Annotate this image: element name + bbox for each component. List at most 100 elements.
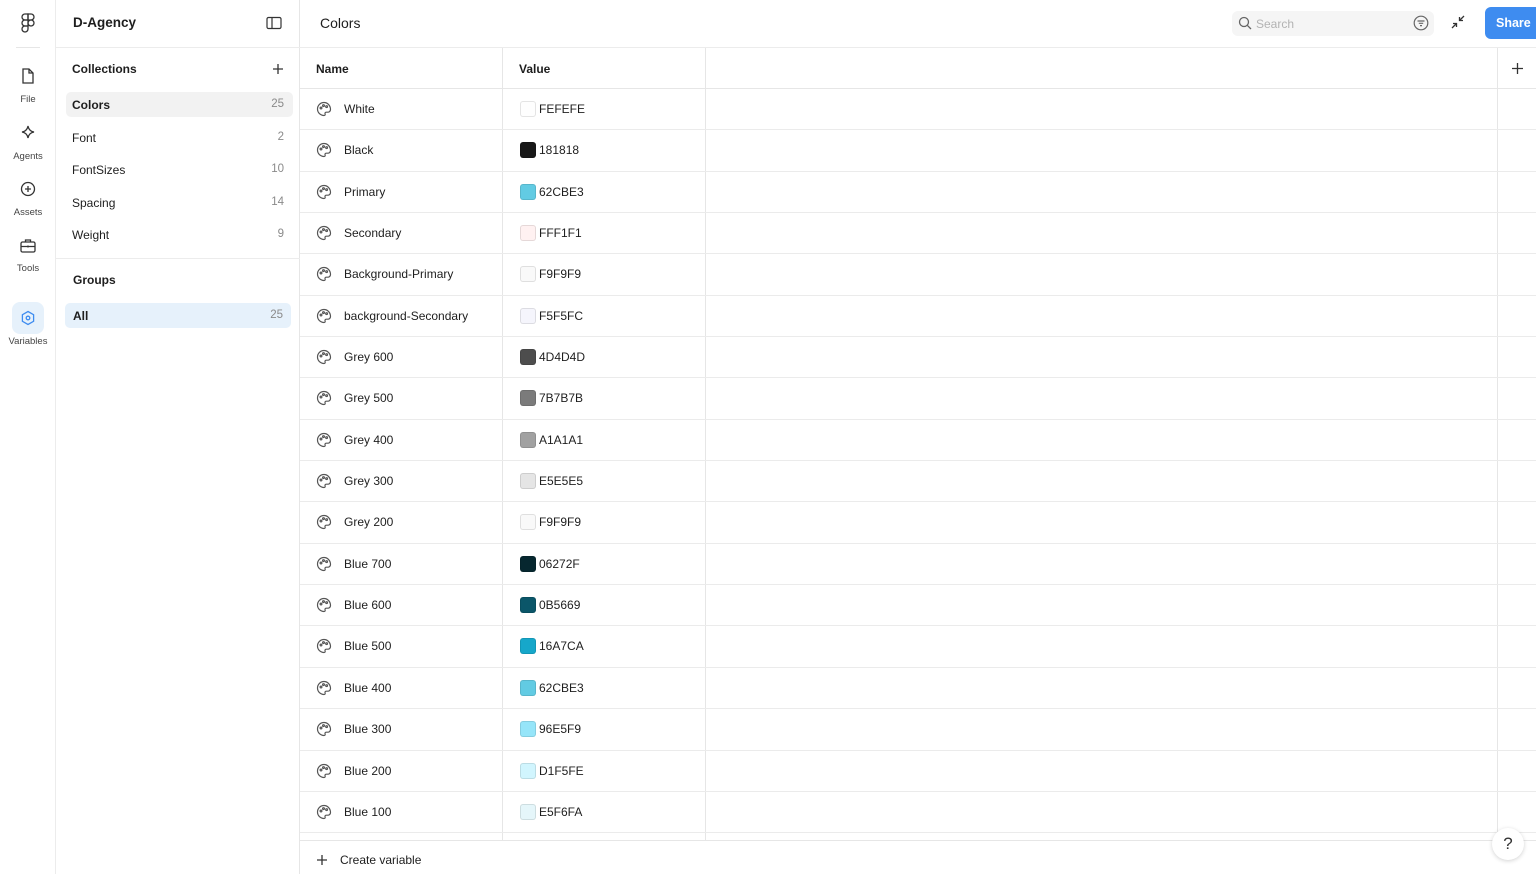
color-swatch[interactable]: [520, 762, 536, 779]
variable-value[interactable]: FFF1F1: [539, 226, 582, 240]
variable-name[interactable]: background-Secondary: [344, 309, 468, 323]
variable-value[interactable]: 7B7B7B: [539, 391, 583, 405]
table-row[interactable]: Blue 400 62CBE3: [300, 668, 1536, 710]
table-row[interactable]: Blue 700 06272F: [300, 544, 1536, 586]
variable-value[interactable]: 16A7CA: [539, 639, 584, 653]
variable-name[interactable]: Blue 600: [344, 598, 391, 612]
variable-name[interactable]: Secondary: [344, 226, 401, 240]
variable-name[interactable]: Blue 200: [344, 764, 391, 778]
color-swatch[interactable]: [520, 349, 536, 366]
table-row[interactable]: Grey 400 A1A1A1: [300, 420, 1536, 462]
figma-logo-icon[interactable]: [18, 13, 38, 33]
table-row[interactable]: White FEFEFE: [300, 89, 1536, 131]
table-row[interactable]: Blue 500 16A7CA: [300, 626, 1536, 668]
add-column-button[interactable]: [1508, 59, 1526, 77]
column-header-value[interactable]: Value: [519, 62, 550, 76]
variable-name[interactable]: Blue 400: [344, 681, 391, 695]
collection-item-weight[interactable]: Weight 9: [66, 222, 293, 247]
variable-name[interactable]: Blue 700: [344, 557, 391, 571]
rail-item-agents[interactable]: Agents: [0, 117, 56, 169]
search-box[interactable]: [1232, 11, 1434, 36]
variable-value[interactable]: 96E5F9: [539, 722, 581, 736]
variable-value[interactable]: FEFEFE: [539, 102, 585, 116]
variable-name[interactable]: Background-Primary: [344, 267, 453, 281]
variable-value[interactable]: 4D4D4D: [539, 350, 585, 364]
variable-name[interactable]: White: [344, 102, 375, 116]
variable-name[interactable]: Primary: [344, 185, 385, 199]
variable-name[interactable]: Grey 600: [344, 350, 393, 364]
variable-value[interactable]: E5F6FA: [539, 805, 582, 819]
column-header-name[interactable]: Name: [316, 62, 349, 76]
variable-name[interactable]: Grey 300: [344, 474, 393, 488]
search-input[interactable]: [1256, 13, 1406, 34]
variable-name[interactable]: Black: [344, 143, 373, 157]
table-row[interactable]: Blue 100 E5F6FA: [300, 792, 1536, 834]
table-row[interactable]: Blue 600 0B5669: [300, 585, 1536, 627]
color-swatch[interactable]: [520, 266, 536, 283]
variable-value[interactable]: 62CBE3: [539, 681, 584, 695]
color-swatch[interactable]: [520, 679, 536, 696]
collection-item-fontsizes[interactable]: FontSizes 10: [66, 157, 293, 182]
color-palette-icon: [316, 638, 333, 655]
table-row[interactable]: Blue 200 D1F5FE: [300, 751, 1536, 792]
table-row[interactable]: background-Secondary F5F5FC: [300, 296, 1536, 338]
table-row[interactable]: Background-Primary F9F9F9: [300, 254, 1536, 296]
color-swatch[interactable]: [520, 142, 536, 159]
variable-name[interactable]: Grey 200: [344, 515, 393, 529]
variable-value[interactable]: 06272F: [539, 557, 580, 571]
rail-item-variables[interactable]: Variables: [0, 302, 56, 354]
group-item-all[interactable]: All 25: [65, 303, 291, 328]
color-swatch[interactable]: [520, 390, 536, 407]
color-swatch[interactable]: [520, 183, 536, 200]
help-button[interactable]: ?: [1492, 828, 1524, 860]
variable-name[interactable]: Grey 400: [344, 433, 393, 447]
color-swatch[interactable]: [520, 555, 536, 572]
color-swatch[interactable]: [520, 638, 536, 655]
variable-value[interactable]: A1A1A1: [539, 433, 583, 447]
rail-item-tools[interactable]: Tools: [0, 229, 56, 281]
color-swatch[interactable]: [520, 307, 536, 324]
color-swatch[interactable]: [520, 473, 536, 490]
color-swatch[interactable]: [520, 225, 536, 242]
filter-icon[interactable]: [1413, 15, 1430, 32]
table-row[interactable]: Primary 62CBE3: [300, 172, 1536, 214]
table-row[interactable]: Grey 200 F9F9F9: [300, 502, 1536, 544]
table-row[interactable]: Grey 300 E5E5E5: [300, 461, 1536, 503]
color-swatch[interactable]: [520, 431, 536, 448]
create-variable-button[interactable]: Create variable: [316, 851, 421, 869]
color-swatch[interactable]: [520, 803, 536, 820]
variable-name[interactable]: Blue 100: [344, 805, 391, 819]
collection-item-spacing[interactable]: Spacing 14: [66, 190, 293, 215]
sidebar-toggle-icon[interactable]: [266, 16, 284, 32]
variable-value[interactable]: F9F9F9: [539, 267, 581, 281]
rail-item-file[interactable]: File: [0, 60, 56, 112]
table-row[interactable]: Blue 300 96E5F9: [300, 709, 1536, 751]
add-collection-button[interactable]: [268, 59, 288, 79]
variable-value[interactable]: 0B5669: [539, 598, 580, 612]
variable-name[interactable]: Blue 500: [344, 639, 391, 653]
color-swatch[interactable]: [520, 101, 536, 117]
table-row[interactable]: Grey 500 7B7B7B: [300, 378, 1536, 420]
variable-name[interactable]: Grey 500: [344, 391, 393, 405]
collection-item-colors[interactable]: Colors 25: [66, 92, 293, 117]
variable-value[interactable]: F5F5FC: [539, 309, 583, 323]
rail-item-assets[interactable]: Assets: [0, 173, 56, 225]
color-palette-icon: [316, 721, 333, 738]
variable-value[interactable]: D1F5FE: [539, 764, 584, 778]
color-swatch[interactable]: [520, 597, 536, 614]
collapse-icon[interactable]: [1450, 14, 1468, 32]
color-palette-icon: [316, 556, 333, 573]
collection-item-font[interactable]: Font 2: [66, 125, 293, 150]
color-swatch[interactable]: [520, 721, 536, 738]
color-swatch[interactable]: [520, 514, 536, 531]
variable-value[interactable]: 62CBE3: [539, 185, 584, 199]
table-row[interactable]: Secondary FFF1F1: [300, 213, 1536, 255]
variable-value[interactable]: F9F9F9: [539, 515, 581, 529]
variable-value[interactable]: E5E5E5: [539, 474, 583, 488]
variable-value[interactable]: 181818: [539, 143, 579, 157]
create-variable-label: Create variable: [340, 853, 422, 867]
variable-name[interactable]: Blue 300: [344, 722, 391, 736]
table-row[interactable]: Black 181818: [300, 130, 1536, 172]
table-row[interactable]: Grey 600 4D4D4D: [300, 337, 1536, 379]
share-button[interactable]: Share: [1485, 7, 1536, 39]
